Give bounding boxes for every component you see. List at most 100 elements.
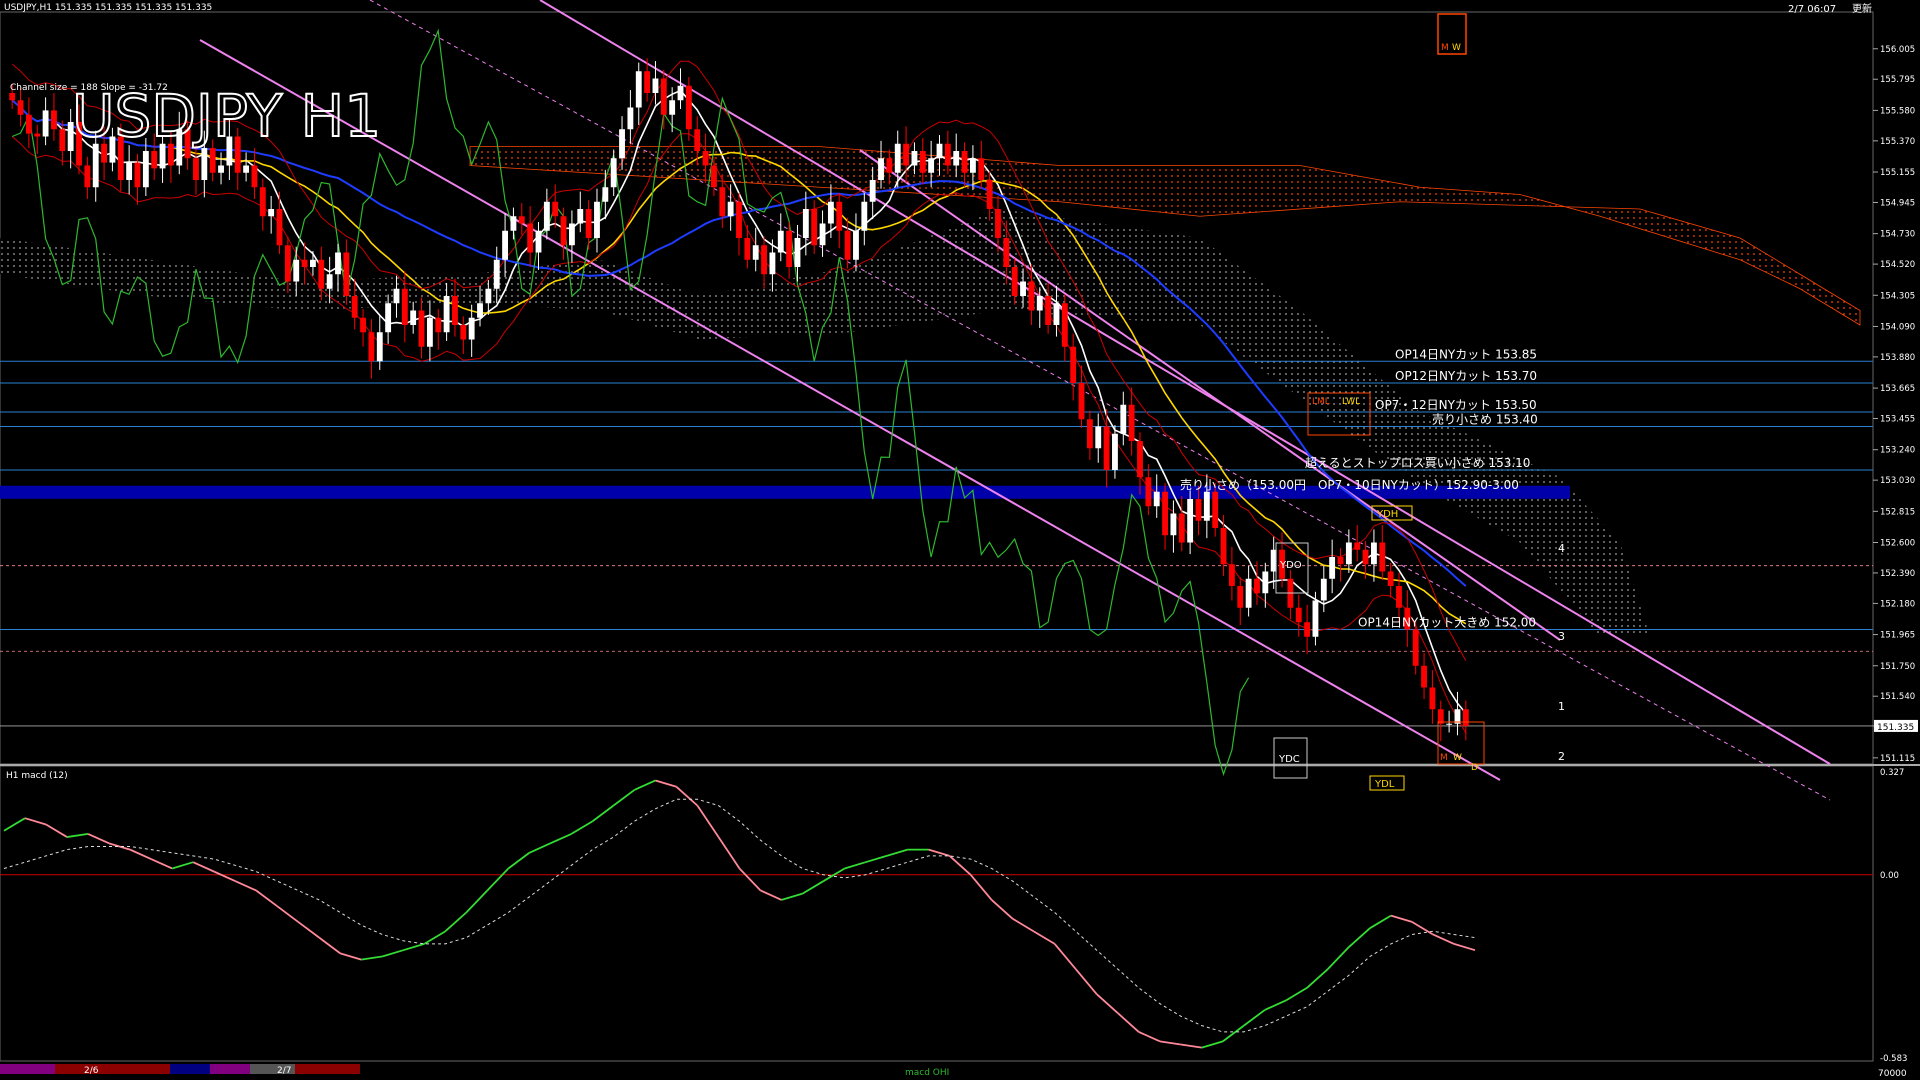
candle-body: [1220, 528, 1227, 565]
level-label: 売り小さめ 153.40: [1432, 412, 1538, 427]
candle-body: [761, 245, 767, 275]
candle-body: [151, 151, 158, 169]
candle-body: [560, 216, 567, 246]
candle-body: [1020, 281, 1026, 296]
macd-line-segment: [150, 858, 173, 870]
candle-body: [869, 180, 876, 202]
candle-body: [1212, 491, 1219, 528]
candle-body: [660, 78, 667, 115]
macd-line-segment: [1264, 999, 1287, 1011]
candle-body: [477, 303, 483, 318]
candle-body: [978, 158, 985, 180]
candle-body: [936, 143, 943, 159]
macd-line-segment: [844, 861, 866, 870]
candle-body: [1421, 665, 1427, 688]
clock-time: 2/7 06:07: [1788, 4, 1836, 15]
candle-body: [594, 201, 600, 238]
candle-body: [1070, 346, 1077, 383]
candle-body: [535, 230, 542, 253]
candle-body: [134, 162, 141, 188]
macd-line-segment: [234, 880, 257, 892]
macd-line-segment: [318, 936, 341, 955]
candle-body: [42, 110, 49, 137]
candle-body: [1254, 578, 1260, 594]
candle-body: [1362, 549, 1369, 565]
macd-line-segment: [928, 848, 950, 857]
macd-line-segment: [213, 870, 236, 882]
macd-line-segment: [1369, 914, 1392, 929]
candle-body: [1429, 687, 1436, 710]
macd-line-segment: [403, 943, 425, 952]
macd-line-segment: [1054, 943, 1077, 970]
channel-mid-line: [369, 0, 1831, 801]
candle-body: [1337, 557, 1344, 565]
macd-line-segment: [192, 861, 215, 873]
macd-line-segment: [87, 833, 110, 845]
candle-body: [468, 317, 475, 340]
candle-body: [1320, 578, 1327, 601]
candle-body: [819, 223, 826, 246]
candle-body: [786, 230, 793, 267]
macd-line-segment: [1243, 1009, 1266, 1027]
candle-body: [802, 209, 809, 238]
candle-body: [1237, 586, 1244, 608]
candle-body: [736, 201, 742, 238]
candle-body: [1312, 600, 1319, 637]
candle-body: [777, 230, 784, 253]
candle-body: [727, 201, 734, 217]
macd-line-segment: [1033, 930, 1056, 945]
macd-line-segment: [1390, 914, 1413, 923]
candle-body: [861, 201, 868, 231]
candle-body: [1195, 499, 1202, 521]
macd-line-segment: [1012, 917, 1035, 933]
macd-line-segment: [381, 949, 404, 958]
candle-body: [1086, 419, 1093, 449]
candle-body: [995, 209, 1001, 238]
clock-suffix: 更新: [1852, 2, 1872, 15]
price-tick-label: 155.155: [1880, 168, 1915, 178]
candle-body: [142, 151, 149, 188]
price-tick-label: 151.750: [1880, 662, 1915, 672]
candle-body: [894, 143, 901, 173]
candle-body: [744, 238, 751, 260]
candle-body: [953, 151, 960, 166]
channel-number-4: 4: [1558, 542, 1565, 555]
candle-body: [59, 129, 66, 151]
macd-line-segment: [1327, 946, 1350, 970]
price-axis: 156.005 155.795 155.580 155.370 155.155 154.9…: [1873, 45, 1918, 764]
ydc-marker: YDC: [1278, 754, 1300, 765]
candle-body: [610, 158, 617, 188]
candle-body: [126, 162, 133, 180]
candle-body: [17, 100, 24, 115]
candle-body: [986, 180, 993, 209]
price-tick-label: 151.540: [1880, 692, 1915, 702]
candle-body: [903, 143, 910, 166]
price-tick-label: 154.520: [1880, 260, 1915, 270]
candle-body: [568, 223, 575, 246]
macd-line-segment: [66, 833, 89, 838]
kumo-bull-area: [0, 209, 1650, 637]
macd-line-segment: [444, 911, 467, 933]
macd-tick-label: 0.327: [1880, 768, 1904, 778]
macd-line-segment: [171, 861, 194, 870]
level-label: 売り小さめ（153.00円 OP7・10日NYカット）152.90-3.00: [1180, 477, 1519, 492]
level-label: OP12日NYカット 153.70: [1395, 369, 1537, 383]
candle-body: [602, 187, 609, 202]
candle-body: [635, 71, 642, 108]
mw-d-bottom: D: [1471, 763, 1478, 773]
price-tick-label: 153.880: [1880, 353, 1915, 363]
macd-line-segment: [570, 820, 593, 835]
candle-body: [1387, 571, 1394, 586]
candle-body: [426, 317, 433, 347]
candle-body: [84, 165, 91, 188]
macd-indicator: 0.327 0.00 -0.583: [0, 768, 1907, 1064]
candle-body: [878, 158, 884, 180]
price-tick-label: 155.795: [1880, 75, 1915, 85]
candle-body: [1061, 303, 1068, 347]
macd-line-segment: [1201, 1040, 1224, 1049]
macd-line-segment: [1222, 1024, 1245, 1043]
candle-body: [827, 201, 834, 224]
candle-body: [1187, 499, 1194, 543]
candle-body: [243, 165, 250, 173]
bottom-scale-label: 70000: [1878, 1069, 1907, 1079]
